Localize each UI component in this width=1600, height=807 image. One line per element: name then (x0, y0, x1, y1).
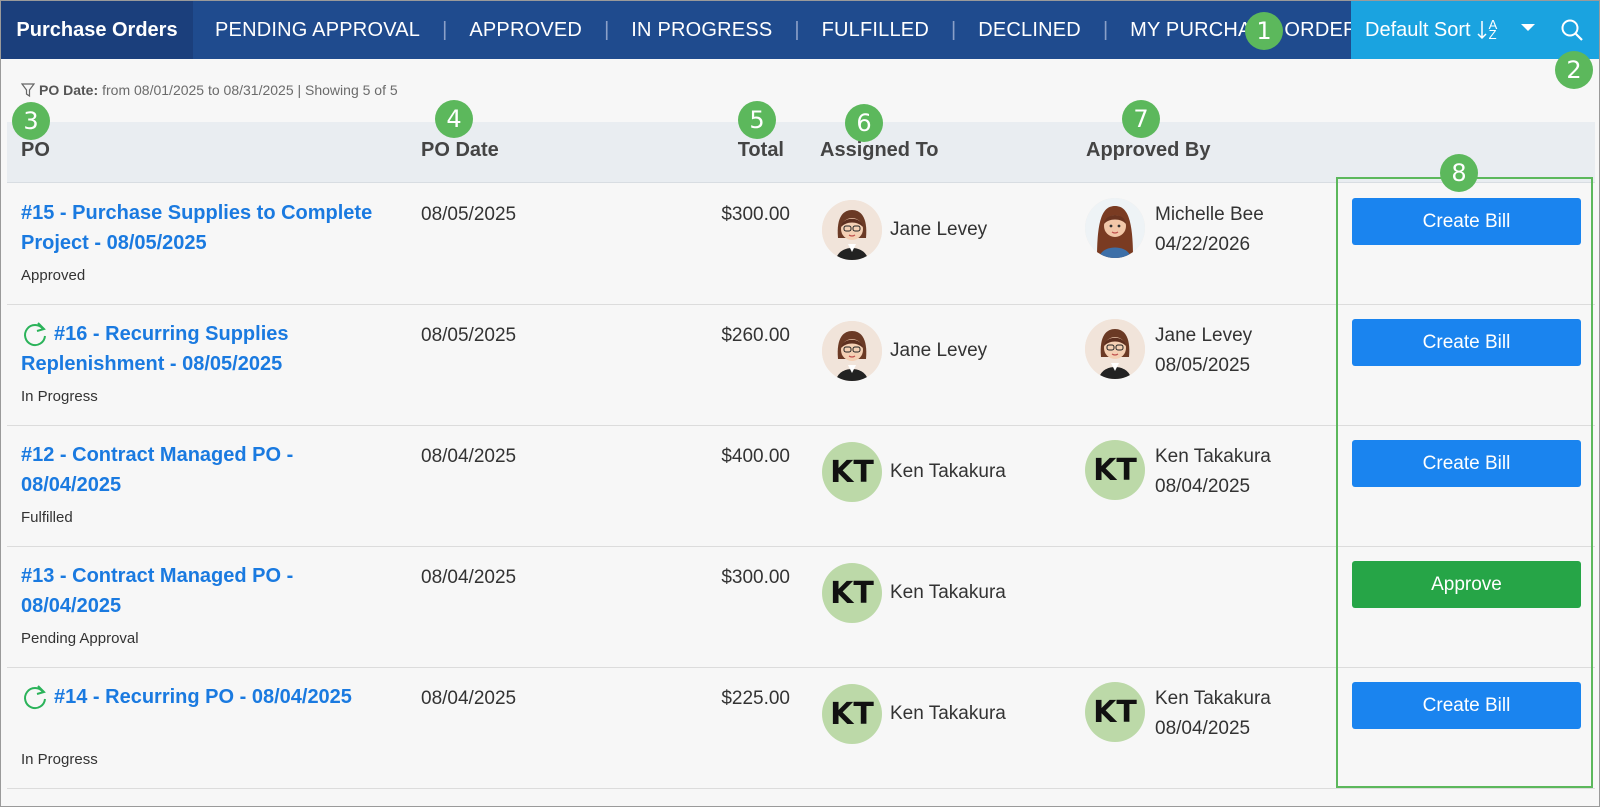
callout-1: 1 (1245, 12, 1283, 50)
avatar: KT (1085, 682, 1145, 742)
tab-fulfilled[interactable]: FULFILLED (800, 1, 951, 59)
column-header-total[interactable]: Total (724, 139, 784, 162)
column-header-po[interactable]: PO (21, 139, 50, 162)
po-link[interactable]: #15 - Purchase Supplies to Complete Proj… (21, 198, 391, 258)
avatar: KT (822, 684, 882, 744)
avatar (1085, 198, 1145, 258)
po-date: 08/04/2025 (421, 567, 517, 588)
callout-6: 6 (845, 104, 883, 142)
po-total: $225.00 (721, 688, 790, 709)
assigned-to-name: Ken Takakura (890, 703, 1006, 724)
po-date: 08/05/2025 (421, 325, 517, 346)
callout-3: 3 (12, 102, 50, 140)
po-date: 08/05/2025 (421, 204, 517, 225)
tab-declined[interactable]: DECLINED (956, 1, 1103, 59)
approved-by-name: Ken Takakura (1155, 688, 1271, 709)
assigned-to-name: Jane Levey (890, 340, 988, 361)
callout-4: 4 (435, 100, 473, 138)
po-status: In Progress (21, 751, 98, 768)
po-status: Fulfilled (21, 509, 73, 526)
approved-date: 08/04/2025 (1155, 718, 1251, 739)
column-header-po-date[interactable]: PO Date (421, 139, 499, 162)
po-date: 08/04/2025 (421, 688, 517, 709)
avatar (822, 200, 882, 260)
assigned-to-name: Ken Takakura (890, 582, 1006, 603)
filter-summary: PO Date: from 08/01/2025 to 08/31/2025 |… (21, 82, 398, 98)
po-link[interactable]: #14 - Recurring PO - 08/04/2025 (21, 682, 391, 712)
actions-column-highlight (1336, 177, 1593, 788)
tab-purchase-orders[interactable]: Purchase Orders (1, 1, 193, 59)
po-link[interactable]: #16 - Recurring Supplies Replenishment -… (21, 319, 391, 379)
po-status: Pending Approval (21, 630, 139, 647)
callout-2: 2 (1555, 51, 1593, 89)
avatar (822, 321, 882, 381)
table-header (7, 122, 1595, 183)
assigned-to-name: Jane Levey (890, 219, 988, 240)
tab-pending-approval[interactable]: PENDING APPROVAL (193, 1, 442, 59)
sort-az-bottom: Z (1488, 27, 1497, 42)
sort-label: Default Sort (1365, 18, 1471, 41)
approved-by-name: Ken Takakura (1155, 446, 1271, 467)
approved-date: 08/05/2025 (1155, 355, 1251, 376)
app-frame: Purchase Orders PENDING APPROVAL | APPRO… (0, 0, 1600, 807)
po-status: In Progress (21, 388, 98, 405)
po-total: $300.00 (721, 567, 790, 588)
po-link[interactable]: #13 - Contract Managed PO - 08/04/2025 (21, 561, 391, 621)
approved-date: 04/22/2026 (1155, 234, 1251, 255)
tab-approved[interactable]: APPROVED (447, 1, 604, 59)
po-status: Approved (21, 267, 86, 284)
avatar: KT (1085, 440, 1145, 500)
avatar: KT (822, 442, 882, 502)
chevron-down-icon[interactable] (1521, 24, 1535, 31)
callout-5: 5 (738, 101, 776, 139)
callout-8: 8 (1440, 154, 1478, 192)
po-total: $260.00 (721, 325, 790, 346)
top-nav: Purchase Orders PENDING APPROVAL | APPRO… (1, 1, 1599, 59)
po-total: $300.00 (721, 204, 790, 225)
column-header-approved-by[interactable]: Approved By (1086, 139, 1210, 162)
avatar (1085, 319, 1145, 379)
approved-by-name: Jane Levey (1155, 325, 1253, 346)
tab-in-progress[interactable]: IN PROGRESS (609, 1, 794, 59)
search-icon[interactable] (1559, 17, 1585, 43)
assigned-to-name: Ken Takakura (890, 461, 1006, 482)
filter-icon[interactable] (21, 82, 35, 98)
filter-text: from 08/01/2025 to 08/31/2025 | Showing … (102, 82, 398, 98)
filter-label: PO Date: (39, 82, 99, 98)
column-header-assigned-to[interactable]: Assigned To (820, 139, 939, 162)
approved-by-name: Michelle Bee (1155, 204, 1264, 225)
callout-7: 7 (1122, 100, 1160, 138)
po-total: $400.00 (721, 446, 790, 467)
sort-az-icon: A Z (1477, 18, 1497, 42)
po-link[interactable]: #12 - Contract Managed PO - 08/04/2025 (21, 440, 391, 500)
po-date: 08/04/2025 (421, 446, 517, 467)
sort-dropdown[interactable]: Default Sort A Z (1351, 1, 1599, 59)
avatar: KT (822, 563, 882, 623)
approved-date: 08/04/2025 (1155, 476, 1251, 497)
